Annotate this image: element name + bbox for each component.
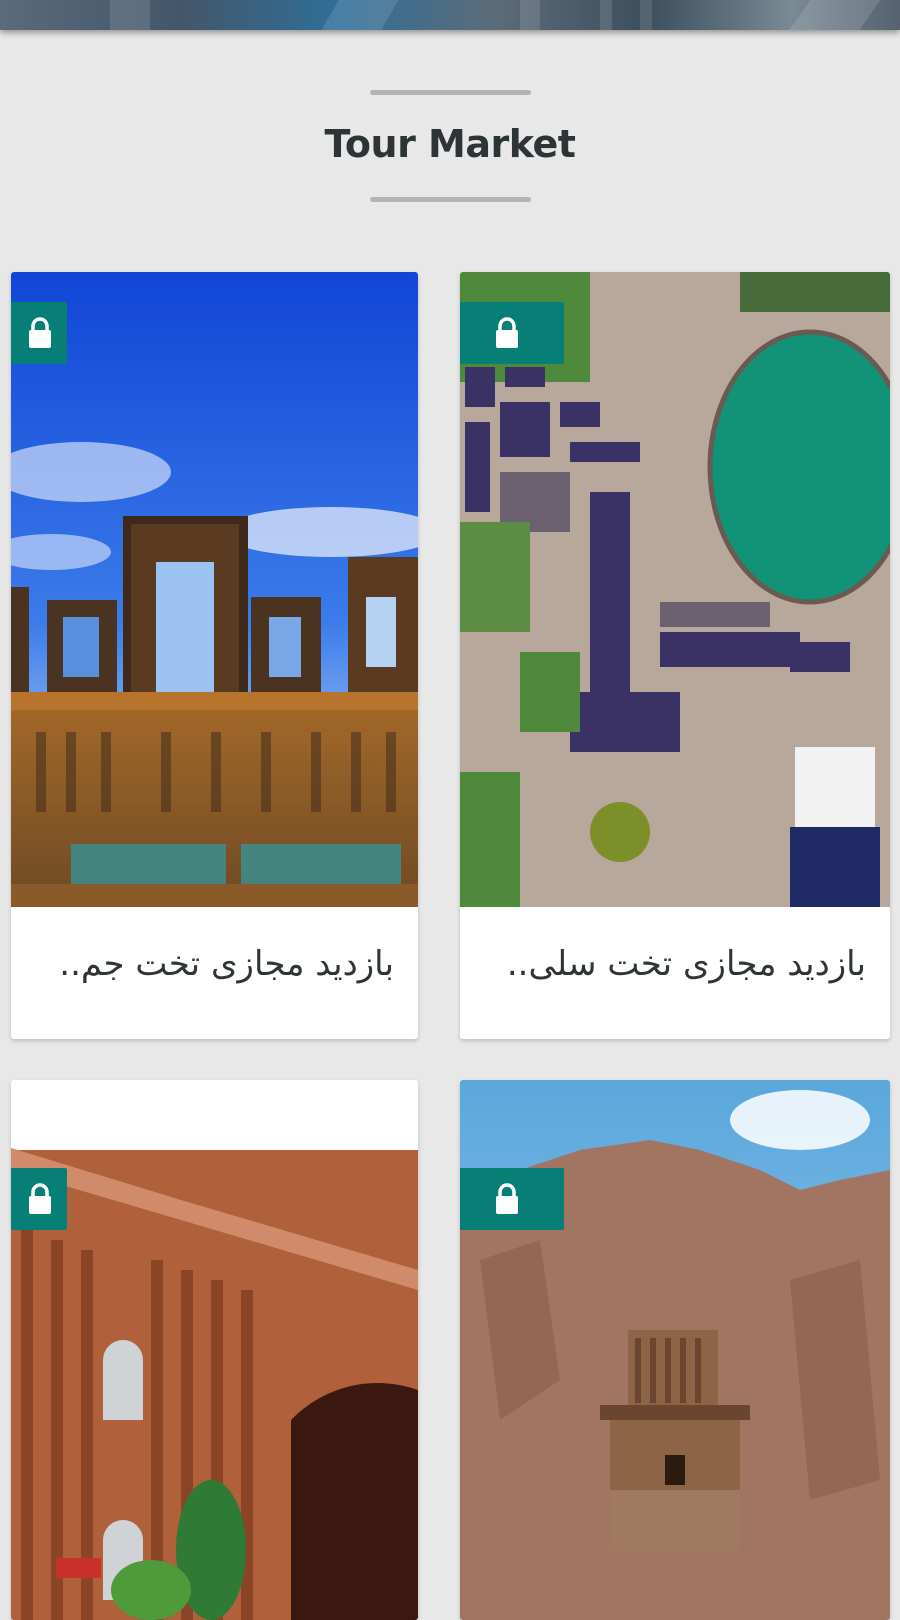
tour-card[interactable]: بازدید مجازی تخت جم.. [11, 272, 418, 1039]
tour-card[interactable] [11, 1080, 418, 1620]
tour-card-image [460, 272, 890, 907]
lock-icon [496, 317, 518, 348]
top-banner-image [0, 0, 900, 30]
lock-icon [29, 1183, 51, 1214]
tour-card-image [460, 1080, 890, 1620]
lock-icon [496, 1183, 518, 1214]
title-divider-bottom [370, 197, 531, 202]
lock-icon [29, 317, 51, 348]
locked-badge [11, 1168, 67, 1230]
tour-card-title: بازدید مجازی تخت جم.. [59, 944, 394, 984]
locked-badge [460, 302, 564, 364]
locked-badge [11, 302, 67, 364]
page-title: Tour Market [324, 122, 576, 166]
locked-badge [460, 1168, 564, 1230]
title-divider-top [370, 90, 531, 95]
tour-card-image [11, 1080, 418, 1620]
tour-card-title: بازدید مجازی تخت سلی.. [506, 944, 866, 984]
tour-card[interactable]: بازدید مجازی تخت سلی.. [460, 272, 890, 1039]
tour-card[interactable] [460, 1080, 890, 1620]
tour-card-image [11, 272, 418, 907]
